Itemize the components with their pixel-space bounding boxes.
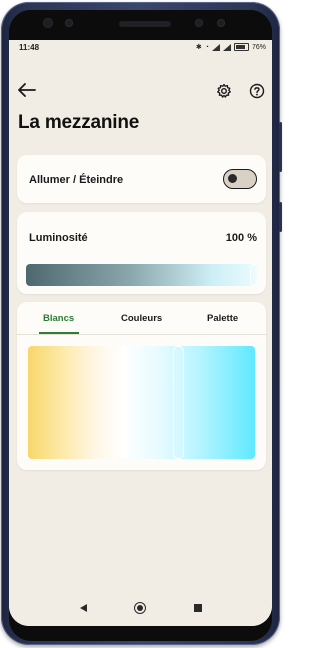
nav-back-icon[interactable] — [80, 604, 87, 612]
bluetooth-icon: ✱ — [195, 44, 202, 51]
app-screen: 11:48 ✱ ◔ 76% La mezzanine Allumer / Éte… — [9, 40, 272, 626]
signal-icon — [211, 43, 220, 51]
white-temperature-thumb[interactable] — [172, 346, 184, 459]
wifi-signal-icon — [222, 43, 231, 51]
tab-couleurs[interactable]: Couleurs — [121, 313, 162, 324]
proximity-sensor-icon — [195, 19, 203, 27]
brightness-slider[interactable] — [26, 264, 258, 286]
earpiece-speaker — [119, 21, 171, 27]
volume-button — [279, 122, 282, 172]
tab-blancs[interactable]: Blancs — [43, 313, 74, 324]
system-navbar — [9, 591, 272, 626]
battery-percent: 76% — [251, 43, 266, 51]
power-card: Allumer / Éteindre — [17, 155, 266, 203]
color-card: Blancs Couleurs Palette — [17, 302, 266, 470]
arrow-left-icon[interactable] — [18, 83, 36, 97]
nav-recents-icon[interactable] — [194, 604, 202, 612]
white-temperature-picker[interactable] — [28, 346, 255, 459]
nav-home-icon[interactable] — [134, 602, 146, 614]
top-bezel — [9, 10, 272, 40]
status-bar: 11:48 ✱ ◔ 76% — [9, 40, 272, 56]
help-circle-icon[interactable] — [249, 83, 265, 99]
front-camera-icon — [43, 18, 53, 28]
brightness-value: 100 % — [225, 232, 257, 244]
tab-palette[interactable]: Palette — [207, 313, 238, 324]
status-icons: ✱ ◔ 76% — [196, 43, 266, 51]
phone-frame: 11:48 ✱ ◔ 76% La mezzanine Allumer / Éte… — [1, 2, 282, 645]
power-label: Allumer / Éteindre — [29, 174, 124, 186]
screen-shell: 11:48 ✱ ◔ 76% La mezzanine Allumer / Éte… — [9, 10, 272, 641]
power-toggle[interactable] — [223, 169, 257, 189]
brightness-slider-thumb[interactable] — [250, 264, 258, 286]
toggle-knob — [228, 174, 237, 183]
gear-icon[interactable] — [216, 83, 232, 99]
battery-icon — [233, 43, 249, 51]
color-tabs: Blancs Couleurs Palette — [17, 302, 266, 335]
sensor-icon — [65, 19, 73, 27]
brightness-label: Luminosité — [29, 232, 88, 244]
flash-sensor-icon — [217, 19, 225, 27]
alarm-icon: ◔ — [204, 43, 209, 51]
power-button — [279, 202, 282, 232]
brightness-card: Luminosité 100 % — [17, 212, 266, 294]
status-time: 11:48 — [19, 43, 40, 52]
active-tab-indicator — [39, 332, 79, 334]
page-title: La mezzanine — [18, 112, 140, 133]
